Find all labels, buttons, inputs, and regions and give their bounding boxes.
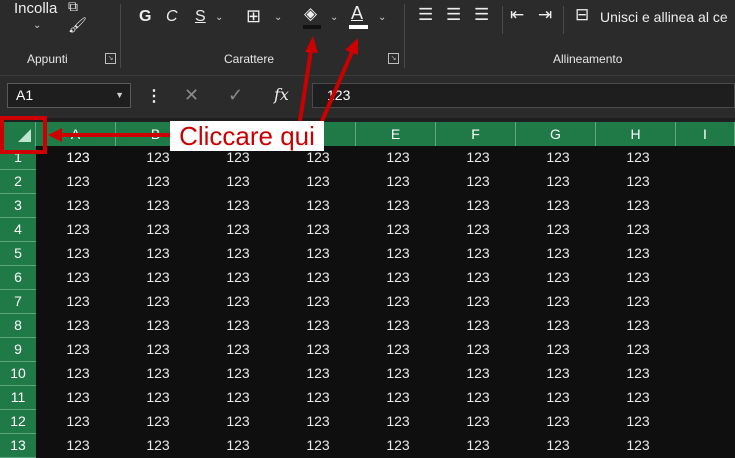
annotation-arrowhead-font-color (345, 38, 358, 55)
annotation-arrow-font-color (320, 51, 354, 122)
annotation-arrow-fill (298, 49, 313, 122)
annotation-arrowhead-fill (305, 36, 318, 53)
annotation-overlay (0, 36, 358, 154)
annotation-label: Cliccare qui (170, 121, 324, 151)
annotation-highlight-box (0, 116, 47, 154)
annotation-arrowhead-left (48, 128, 62, 142)
